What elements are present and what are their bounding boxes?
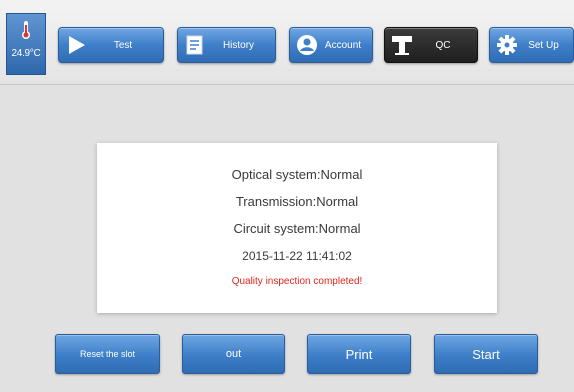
start-button[interactable]: Start — [434, 334, 538, 374]
qc-screen: 24.9°C Test History Account QC Set Up Op… — [0, 0, 574, 392]
tab-test[interactable]: Test — [58, 27, 164, 63]
tab-history-label: History — [222, 39, 255, 51]
play-icon — [69, 36, 85, 54]
thermometer-icon — [22, 21, 30, 39]
reset-slot-button[interactable]: Reset the slot — [55, 334, 160, 374]
tab-qc[interactable]: QC — [384, 27, 478, 63]
optical-system-status: Optical system:Normal — [231, 167, 363, 182]
tab-account-label: Account — [324, 39, 362, 51]
temperature-indicator: 24.9°C — [6, 13, 46, 75]
qc-icon — [392, 36, 412, 55]
temperature-value: 24.9°C — [11, 48, 41, 59]
out-button[interactable]: out — [182, 334, 285, 374]
print-button[interactable]: Print — [307, 334, 411, 374]
qc-status-panel: Optical system:Normal Transmission:Norma… — [97, 143, 497, 313]
tab-set-up-label: Set Up — [528, 39, 559, 51]
tab-history[interactable]: History — [177, 27, 276, 63]
gear-icon — [497, 35, 517, 55]
document-icon — [186, 35, 203, 55]
account-icon — [297, 35, 317, 55]
transmission-status: Transmission:Normal — [235, 194, 359, 209]
tab-account[interactable]: Account — [289, 27, 373, 63]
tab-qc-label: QC — [435, 39, 451, 51]
circuit-system-status: Circuit system:Normal — [233, 221, 361, 236]
qc-result-message: Quality inspection completed! — [231, 276, 363, 287]
top-navigation-bar: 24.9°C Test History Account QC Set Up — [0, 0, 574, 85]
tab-set-up[interactable]: Set Up — [489, 27, 574, 63]
tab-test-label: Test — [113, 39, 133, 51]
qc-timestamp: 2015-11-22 11:41:02 — [242, 249, 352, 263]
